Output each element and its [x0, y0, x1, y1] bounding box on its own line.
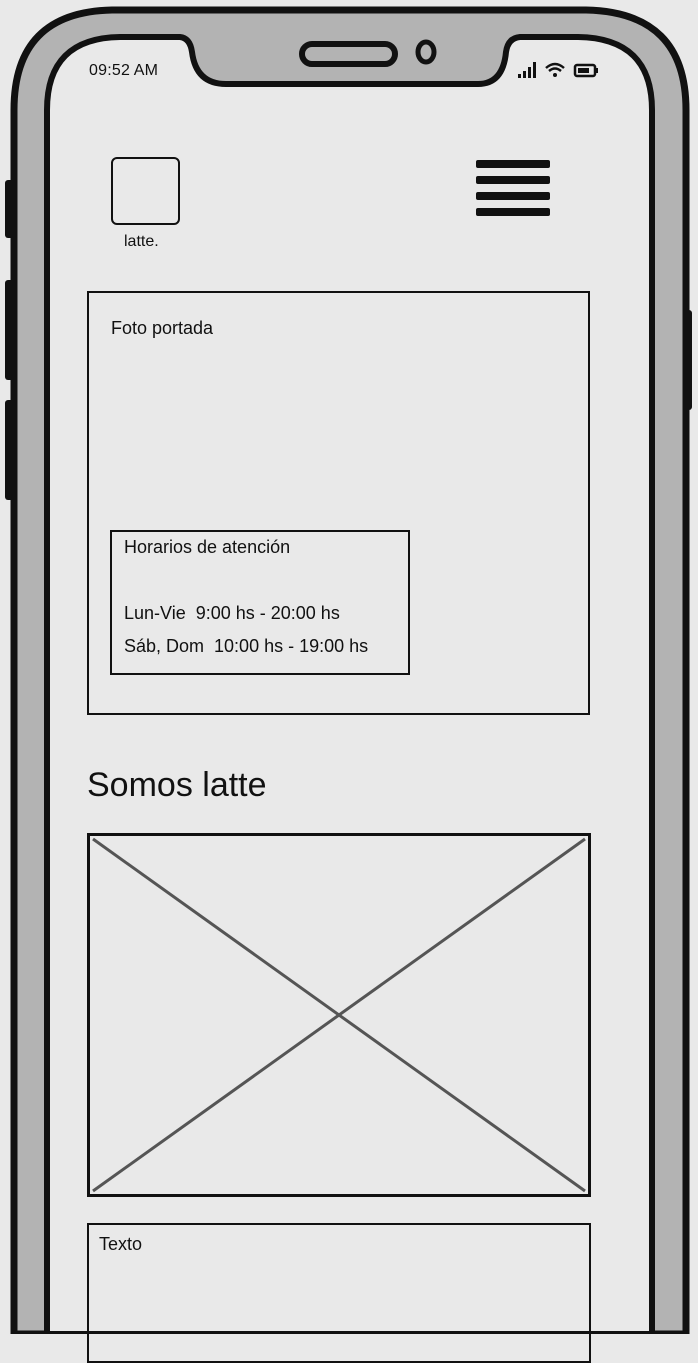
status-time: 09:52 AM — [89, 62, 159, 79]
logo-placeholder[interactable] — [111, 157, 180, 225]
status-icons — [518, 62, 598, 78]
signal-icon — [518, 62, 536, 78]
text-placeholder-box — [87, 1223, 591, 1363]
logo-label: latte. — [124, 233, 159, 250]
battery-icon — [573, 63, 598, 78]
image-placeholder-icon — [87, 833, 591, 1197]
opening-hours-weekend: Sáb, Dom 10:00 hs - 19:00 hs — [124, 636, 369, 656]
text-placeholder-label: Texto — [99, 1234, 143, 1254]
hero-label: Foto portada — [111, 318, 214, 338]
opening-hours-weekdays: Lun-Vie 9:00 hs - 20:00 hs — [124, 603, 340, 623]
section-title: Somos latte — [87, 766, 267, 804]
hamburger-menu-icon[interactable] — [474, 158, 552, 220]
wifi-icon — [545, 62, 565, 77]
opening-hours-title: Horarios de atención — [124, 537, 291, 557]
